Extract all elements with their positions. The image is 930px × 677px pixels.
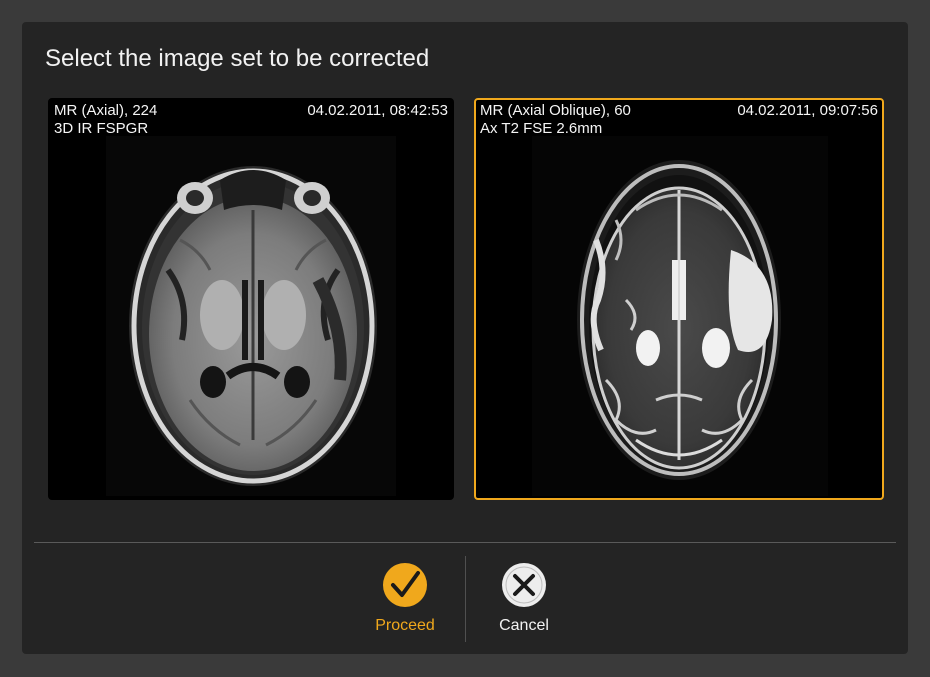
- series-label: MR (Axial), 224: [54, 102, 158, 119]
- button-divider: [465, 556, 466, 642]
- acquisition-datetime: 04.02.2011, 09:07:56: [737, 102, 878, 119]
- close-icon: [502, 563, 546, 607]
- footer-divider: [34, 542, 896, 543]
- dialog-title: Select the image set to be corrected: [45, 45, 430, 72]
- image-set-thumbnail-axial[interactable]: MR (Axial), 224 3D IR FSPGR 04.02.2011, …: [48, 98, 454, 500]
- acquisition-datetime: 04.02.2011, 08:42:53: [307, 102, 448, 119]
- checkmark-icon: [383, 563, 427, 607]
- mri-scan-image: [532, 136, 828, 496]
- image-set-thumbnail-axial-oblique[interactable]: MR (Axial Oblique), 60 Ax T2 FSE 2.6mm 0…: [474, 98, 884, 500]
- cancel-button[interactable]: Cancel: [474, 562, 574, 640]
- mri-scan-image: [106, 136, 396, 496]
- cancel-label: Cancel: [499, 617, 549, 634]
- series-description: 3D IR FSPGR: [54, 120, 149, 137]
- series-description: Ax T2 FSE 2.6mm: [480, 120, 603, 137]
- image-set-selection-dialog: Select the image set to be corrected MR …: [22, 22, 908, 654]
- proceed-label: Proceed: [375, 617, 435, 634]
- series-label: MR (Axial Oblique), 60: [480, 102, 631, 119]
- proceed-button[interactable]: Proceed: [355, 562, 455, 640]
